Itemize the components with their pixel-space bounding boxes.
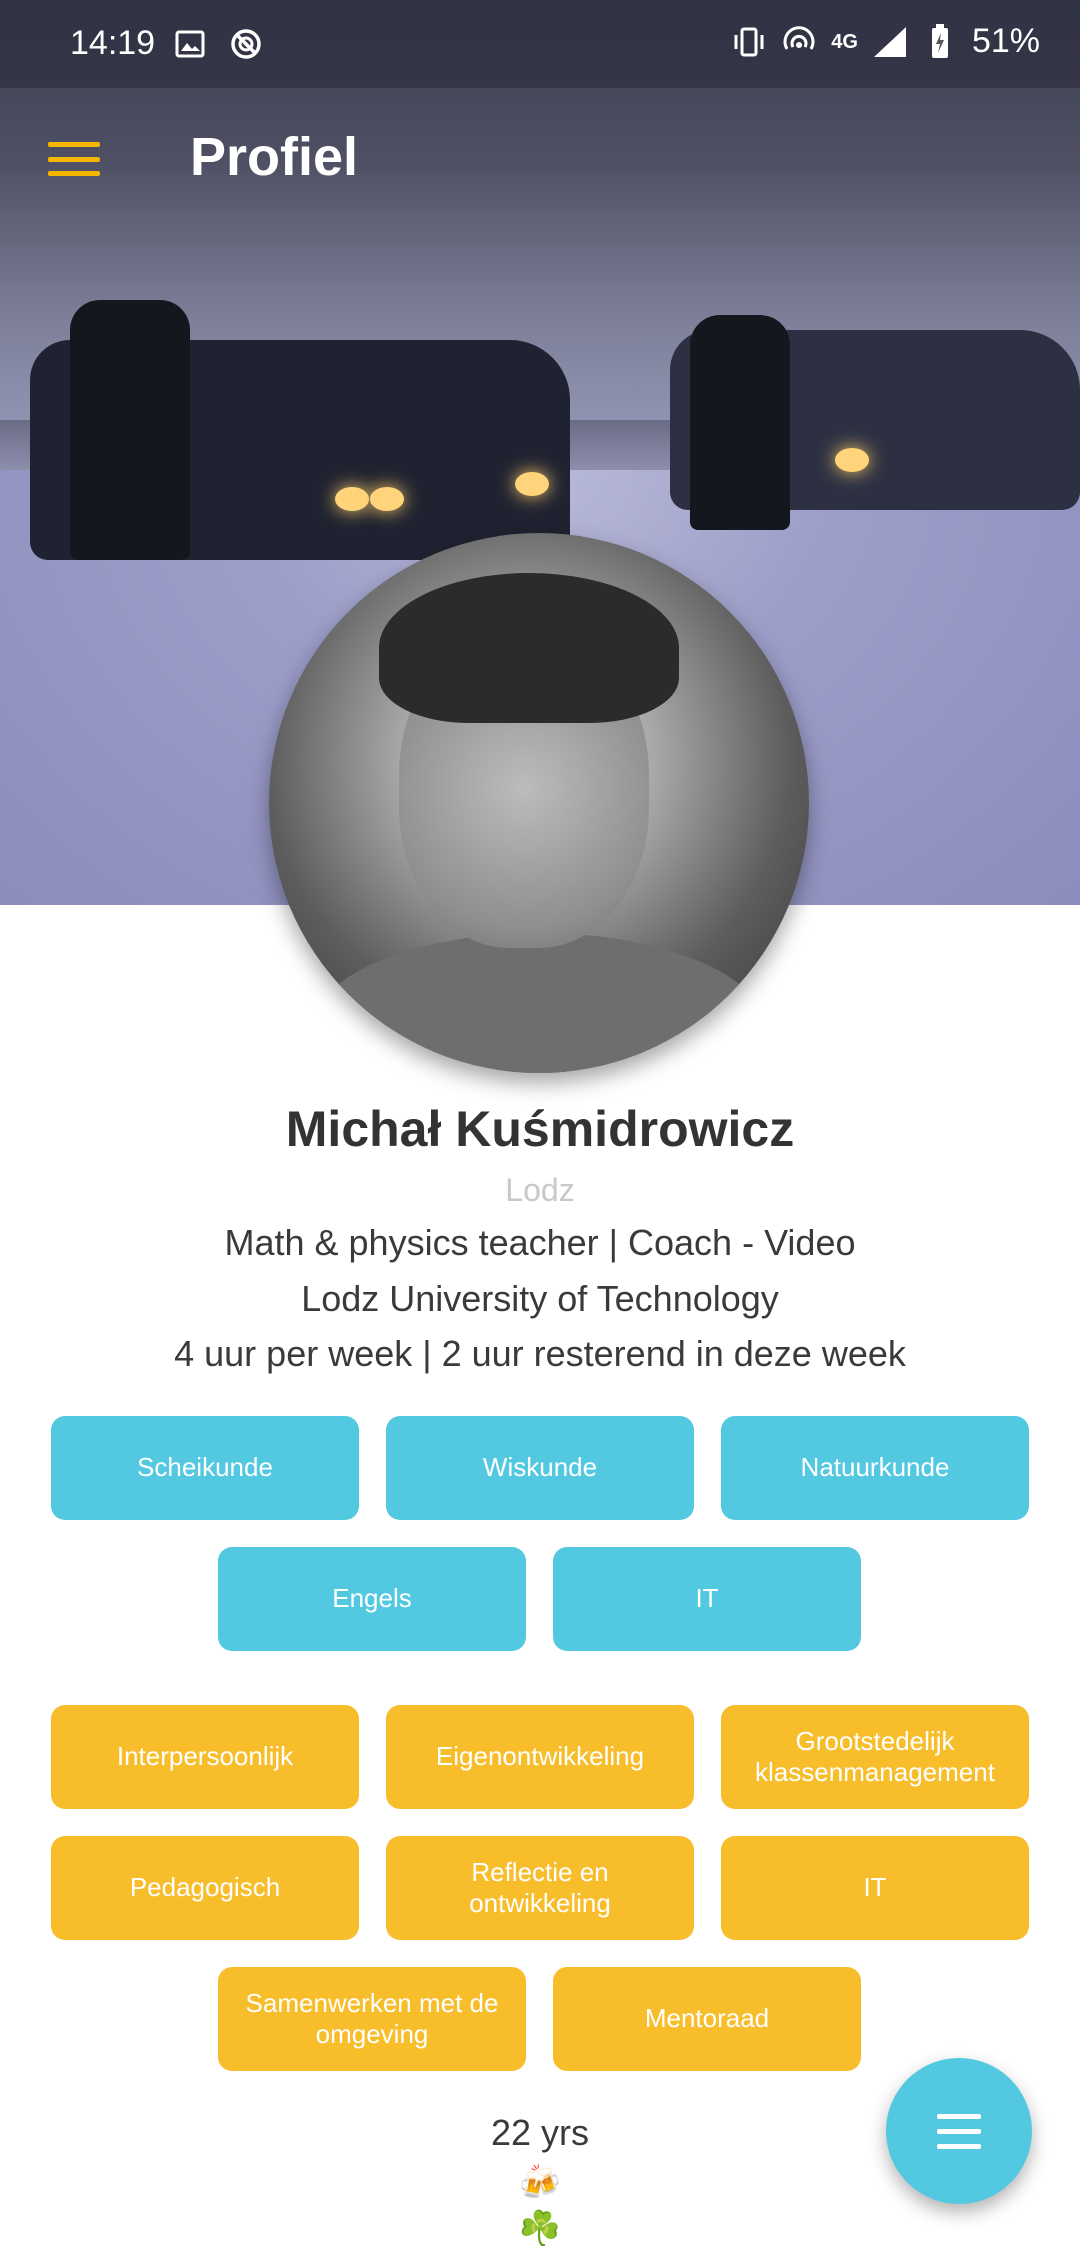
competency-chip[interactable]: Samenwerken met de omgeving xyxy=(218,1967,526,2071)
subject-chip[interactable]: Wiskunde xyxy=(386,1416,694,1520)
cover-headlight xyxy=(335,487,369,511)
profile-institution: Lodz University of Technology xyxy=(301,1278,779,1319)
battery-charging-icon xyxy=(922,23,958,60)
subject-chip[interactable]: IT xyxy=(553,1547,861,1651)
page-title: Profiel xyxy=(190,127,359,187)
competency-chip[interactable]: Reflectie en ontwikkeling xyxy=(386,1836,694,1940)
avatar xyxy=(269,533,809,1073)
competency-chip[interactable]: Eigenontwikkeling xyxy=(386,1705,694,1809)
app-bar: Profiel xyxy=(0,88,1080,228)
cover-headlight xyxy=(515,472,549,496)
cover-person xyxy=(70,300,190,560)
profile-name: Michał Kuśmidrowicz xyxy=(285,1101,795,1157)
image-icon xyxy=(172,26,208,62)
competency-chip[interactable]: IT xyxy=(721,1836,1029,1940)
profile-availability: 4 uur per week | 2 uur resterend in deze… xyxy=(174,1333,906,1374)
network-type-label: 4G xyxy=(831,30,858,53)
cover-headlight xyxy=(835,448,869,472)
sync-off-icon xyxy=(228,26,264,62)
cover-headlight xyxy=(370,487,404,511)
subject-chip[interactable]: Scheikunde xyxy=(51,1416,359,1520)
menu-icon xyxy=(937,2113,981,2119)
profile-city: Lodz xyxy=(505,1172,575,1208)
subject-chip[interactable]: Natuurkunde xyxy=(721,1416,1029,1520)
signal-icon xyxy=(872,24,908,60)
competency-chip[interactable]: Mentoraad xyxy=(553,1967,861,2071)
subject-chip[interactable]: Engels xyxy=(218,1547,526,1651)
competency-chip[interactable]: Interpersoonlijk xyxy=(51,1705,359,1809)
profile-emojis: 🍻 ☘️ 🌙 xyxy=(518,2160,562,2246)
competency-chip[interactable]: Grootstedelijk klassenmanagement xyxy=(721,1705,1029,1809)
status-bar: 14:19 4G 51% xyxy=(0,0,1080,88)
competency-chip[interactable]: Pedagogisch xyxy=(51,1836,359,1940)
hamburger-menu-icon[interactable] xyxy=(44,134,104,184)
cover-person xyxy=(690,315,790,530)
profile-headline: Math & physics teacher | Coach - Video xyxy=(224,1222,856,1263)
beer-emoji: 🍻 xyxy=(518,2164,562,2202)
hotspot-icon xyxy=(781,24,817,60)
battery-percent: 51% xyxy=(971,22,1040,60)
status-time: 14:19 xyxy=(70,24,156,62)
shamrock-emoji: ☘️ xyxy=(518,2210,562,2246)
fab-menu-button[interactable] xyxy=(886,2058,1032,2204)
avatar-jacket xyxy=(309,933,769,1073)
vibrate-icon xyxy=(731,24,767,60)
avatar-hair xyxy=(379,573,679,723)
